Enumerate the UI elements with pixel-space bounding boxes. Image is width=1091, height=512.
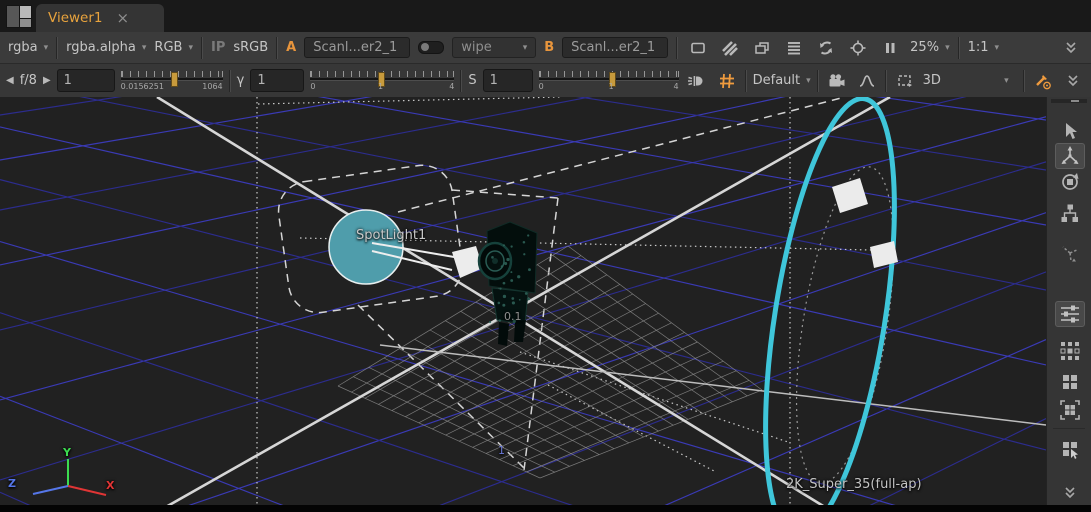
toggle-knob — [421, 43, 429, 51]
viewer-3d-viewport[interactable]: SpotLight1 0.1 1 2K_Super_35(full-ap) Y … — [0, 97, 1046, 505]
divider — [276, 37, 278, 59]
collapse-sidebar-icon[interactable] — [1055, 480, 1085, 506]
chevron-down-icon: ▾ — [945, 43, 950, 53]
input-a-label: A — [286, 40, 296, 55]
divider — [201, 37, 203, 59]
fstop-next-icon[interactable]: ▶ — [43, 75, 51, 86]
collapse-toolbar-icon[interactable] — [1059, 36, 1083, 60]
tab-bar: Viewer1 × — [0, 0, 1091, 32]
viewer-settings-sliders-icon[interactable] — [1055, 301, 1085, 327]
wipe-toggle[interactable] — [418, 41, 444, 54]
pause-icon[interactable] — [878, 36, 902, 60]
gain-slider[interactable]: 0.0156251 1064 — [121, 69, 223, 93]
zoom-level-dropdown[interactable]: 25%▾ — [910, 40, 949, 55]
scene-hierarchy-icon[interactable] — [1055, 200, 1085, 226]
gamma-label: γ — [237, 73, 245, 88]
divider — [1023, 70, 1025, 92]
input-b-source[interactable]: Scanl...er2_1 — [562, 37, 668, 58]
select-tool-cursor-icon[interactable] — [1055, 118, 1085, 144]
camera-icon[interactable] — [825, 69, 849, 93]
viewer-toolbar-top: rgba▾ rgba.alpha▾ RGB▾ IP sRGB A Scanl..… — [0, 32, 1091, 64]
channels-dropdown[interactable]: rgba▾ — [8, 40, 48, 55]
chevron-down-icon: ▾ — [523, 43, 528, 53]
roi-target-icon[interactable] — [846, 36, 870, 60]
split-pane-icon[interactable] — [6, 5, 32, 28]
layer-dropdown[interactable]: rgba.alpha▾ — [66, 40, 146, 55]
display-style-dropdown[interactable]: RGB▾ — [154, 40, 193, 55]
fstop-label: f/8 — [20, 73, 37, 88]
sidebar-grip[interactable] — [1051, 99, 1087, 103]
color-sample-eyedropper-icon[interactable] — [1031, 69, 1055, 93]
fstop-prev-icon[interactable]: ◀ — [6, 75, 14, 86]
layout-anchors-icon[interactable] — [1055, 338, 1085, 364]
checkerboard-icon[interactable] — [718, 36, 742, 60]
divider — [745, 70, 747, 92]
lut-curve-icon[interactable] — [855, 69, 879, 93]
tab-close-icon[interactable]: × — [116, 11, 129, 26]
saturation-input[interactable]: 1 — [483, 69, 533, 92]
tab-title: Viewer1 — [48, 10, 102, 26]
divider — [885, 70, 887, 92]
axis-handles-icon[interactable] — [1055, 240, 1085, 266]
divider — [56, 37, 58, 59]
headlamp-icon[interactable] — [685, 69, 709, 93]
layout-select-icon[interactable] — [1055, 436, 1085, 462]
overlay-panels-icon[interactable] — [750, 36, 774, 60]
collapse-toolbar-icon[interactable] — [1061, 69, 1085, 93]
rotate-tool-icon[interactable] — [1055, 169, 1085, 195]
gamma-slider[interactable]: 0 1 4 — [310, 69, 454, 93]
chevron-down-icon: ▾ — [142, 43, 147, 53]
divider — [676, 37, 678, 59]
chevron-down-icon: ▾ — [44, 43, 49, 53]
saturation-slider[interactable]: 0 1 4 — [539, 69, 679, 93]
gain-input[interactable]: 1 — [57, 69, 115, 92]
chevron-down-icon: ▾ — [995, 43, 1000, 53]
pixel-aspect-dropdown[interactable]: 1:1▾ — [968, 40, 999, 55]
gain-slider-handle[interactable] — [171, 72, 178, 87]
divider — [958, 37, 960, 59]
grid-toggle-icon[interactable] — [715, 69, 739, 93]
viewer-toolbar-exposure: ◀ f/8 ▶ 1 0.0156251 1064 γ 1 0 1 4 S 1 — [0, 64, 1091, 97]
divider — [460, 70, 462, 92]
divider — [817, 70, 819, 92]
tab-viewer1[interactable]: Viewer1 × — [36, 4, 164, 32]
chevron-down-icon: ▾ — [1004, 76, 1009, 86]
viewer-colorspace-button[interactable]: sRGB — [233, 40, 268, 55]
view-select-dropdown[interactable]: 3D▾ — [923, 73, 1009, 88]
divider — [1053, 428, 1085, 429]
stack-lines-icon[interactable] — [782, 36, 806, 60]
input-a-source[interactable]: Scanl...er2_1 — [304, 37, 410, 58]
bottom-edge-bar — [0, 505, 1091, 512]
saturation-label: S — [468, 73, 476, 88]
layout-grid-icon[interactable] — [1055, 369, 1085, 395]
chevron-down-icon: ▾ — [806, 76, 811, 86]
input-b-label: B — [544, 40, 554, 55]
wipe-dropdown[interactable]: wipe▾ — [452, 37, 536, 58]
chevron-down-icon: ▾ — [188, 43, 193, 53]
divider — [229, 70, 231, 92]
marquee-select-icon[interactable] — [893, 69, 917, 93]
fit-viewport-icon[interactable] — [1055, 397, 1085, 423]
viewport-toolbar-sidebar — [1046, 97, 1091, 505]
format-border-icon[interactable] — [686, 36, 710, 60]
interaction-lock-dropdown[interactable]: Default▾ — [753, 73, 811, 88]
input-process-button[interactable]: IP — [211, 40, 225, 55]
refresh-icon[interactable] — [814, 36, 838, 60]
gamma-input[interactable]: 1 — [250, 69, 304, 92]
nuke-viewer-window: Viewer1 × rgba▾ rgba.alpha▾ RGB▾ IP sRGB… — [0, 0, 1091, 512]
scene-3d[interactable] — [0, 97, 1046, 505]
translate-tool-icon[interactable] — [1055, 143, 1085, 169]
